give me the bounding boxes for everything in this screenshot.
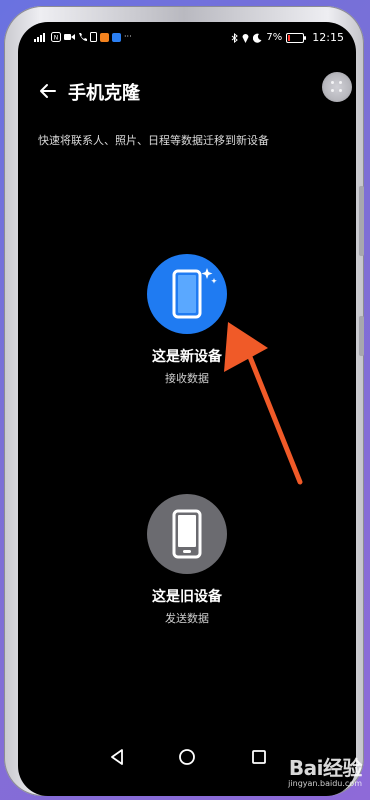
app-header: 手机克隆 xyxy=(18,76,356,106)
phone-screen: N ··· 7% 12:15 手机克隆 快速将联系人、照片、日程等数据迁移到新设… xyxy=(18,22,356,796)
app-blue-icon xyxy=(112,32,121,42)
location-icon xyxy=(242,33,249,43)
power-button xyxy=(359,316,364,356)
old-device-button[interactable] xyxy=(147,494,227,574)
new-device-button[interactable] xyxy=(147,254,227,334)
app-orange-icon xyxy=(100,32,109,42)
sim-icon xyxy=(90,32,97,42)
status-time: 12:15 xyxy=(312,31,344,44)
old-device-label: 这是旧设备 xyxy=(152,589,222,605)
status-icons-left: N ··· xyxy=(34,32,132,42)
new-device-label: 这是新设备 xyxy=(152,349,222,365)
battery-percent: 7% xyxy=(266,32,283,43)
new-device-option[interactable]: 这是新设备 接收数据 xyxy=(18,254,356,386)
volume-button xyxy=(359,186,364,256)
signal-icon xyxy=(34,33,45,42)
old-phone-icon xyxy=(172,509,202,559)
nav-back-icon[interactable] xyxy=(106,746,128,768)
status-icons-right: 7% 12:15 xyxy=(231,31,344,44)
nav-recents-icon[interactable] xyxy=(248,746,270,768)
page-subtitle: 快速将联系人、照片、日程等数据迁移到新设备 xyxy=(38,134,269,147)
bluetooth-icon xyxy=(232,32,239,43)
baidu-watermark: Bai经验 jingyan.baidu.com xyxy=(288,752,362,788)
moon-icon xyxy=(253,33,262,43)
watermark-url: jingyan.baidu.com xyxy=(288,779,362,788)
phone-frame: N ··· 7% 12:15 手机克隆 快速将联系人、照片、日程等数据迁移到新设… xyxy=(4,6,364,796)
nfc-icon: N xyxy=(51,32,61,42)
back-arrow-icon[interactable] xyxy=(38,81,58,101)
video-call-icon xyxy=(64,34,75,40)
new-device-sublabel: 接收数据 xyxy=(165,372,209,385)
new-phone-icon xyxy=(172,268,217,319)
watermark-logo: Bai经验 xyxy=(288,756,363,780)
svg-text:N: N xyxy=(54,35,59,42)
nav-home-icon[interactable] xyxy=(176,746,198,768)
status-bar: N ··· 7% 12:15 xyxy=(18,22,356,52)
battery-icon xyxy=(286,32,307,43)
page-title: 手机克隆 xyxy=(68,83,140,104)
old-device-sublabel: 发送数据 xyxy=(165,612,209,625)
phone-icon xyxy=(79,33,87,41)
old-device-option[interactable]: 这是旧设备 发送数据 xyxy=(18,494,356,626)
more-notifications: ··· xyxy=(124,32,132,41)
